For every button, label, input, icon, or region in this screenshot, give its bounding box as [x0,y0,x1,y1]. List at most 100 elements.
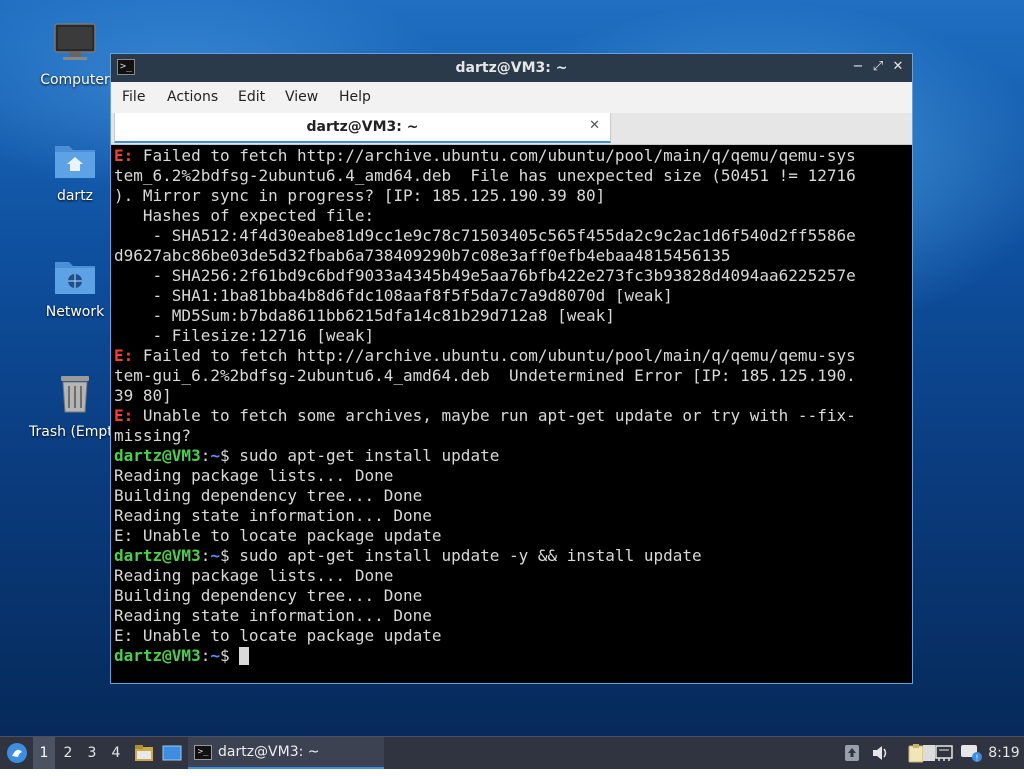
terminal-line: - SHA1:1ba81bba4b8d6fdc108aaf8f5f5da7c7a… [114,286,910,306]
menu-actions[interactable]: Actions [167,89,218,105]
terminal-text: - SHA1:1ba81bba4b8d6fdc108aaf8f5f5da7c7a… [114,286,673,305]
terminal-text: ). Mirror sync in progress? [IP: 185.125… [114,186,606,205]
terminal-line: - Filesize:12716 [weak] [114,326,910,346]
update-icon[interactable] [843,743,863,763]
notification-icon[interactable]: ! [960,743,982,763]
menu-edit[interactable]: Edit [238,89,265,105]
volume-icon[interactable] [870,743,890,763]
terminal-text: Building dependency tree... Done [114,486,423,505]
terminal-text: Reading package lists... Done [114,566,394,585]
terminal-text: $ sudo apt-get install update -y && inst… [219,546,702,565]
maximize-icon[interactable]: ⤢ [870,59,886,75]
prompt-path: ~ [210,646,220,665]
desktop-icon-label: dartz [56,188,94,204]
terminal-icon: >_ [194,745,212,760]
terminal-text: tem_6.2%2bdfsg-2ubuntu6.4_amd64.deb File… [114,166,856,185]
terminal-text: Reading state information... Done [114,606,432,625]
terminal-line: Reading package lists... Done [114,566,910,586]
workspace-4[interactable]: 4 [105,737,127,769]
terminal-line: E: Failed to fetch http://archive.ubuntu… [114,146,910,166]
terminal-text: Reading package lists... Done [114,466,394,485]
desktop-icon-network[interactable]: Network [27,256,123,320]
terminal-text: : [200,546,211,565]
terminal-line: E: Unable to locate package update [114,526,910,546]
terminal-line: tem-gui_6.2%2bdfsg-2ubuntu6.4_amd64.deb … [114,366,910,386]
terminal-line: 39 80] [114,386,910,406]
desktop-icon-label: Network [45,304,105,320]
tab-terminal[interactable]: dartz@VM3: ~ ✕ [114,113,611,143]
terminal-line: tem_6.2%2bdfsg-2ubuntu6.4_amd64.deb File… [114,166,910,186]
prompt-path: ~ [210,546,220,565]
prompt-path: ~ [210,446,220,465]
terminal-line: E: Failed to fetch http://archive.ubuntu… [114,346,910,366]
menu-view[interactable]: View [285,89,318,105]
desktop-icon-trash[interactable]: Trash (Empty) [27,372,123,440]
terminal-text: Building dependency tree... Done [114,586,423,605]
tab-bar: dartz@VM3: ~ ✕ [111,113,912,145]
terminal-line: Reading state information... Done [114,606,910,626]
terminal-line: dartz@VM3:~$ [114,646,910,666]
trash-icon [27,372,123,420]
svg-text:!: ! [975,754,978,763]
terminal-text: Failed to fetch http://archive.ubuntu.co… [133,346,856,365]
workspace-1[interactable]: 1 [33,737,55,769]
taskbar-task-terminal[interactable]: >_ dartz@VM3: ~ [188,737,384,769]
terminal-line: missing? [114,426,910,446]
window-title: dartz@VM3: ~ [455,60,568,76]
terminal-text: missing? [114,426,192,445]
network-folder-icon [27,256,123,300]
error-prefix: E: [114,146,134,165]
network-icon[interactable] [934,743,954,763]
workspace-3[interactable]: 3 [81,737,103,769]
menu-bar: File Actions Edit View Help [111,82,912,114]
computer-icon [27,22,123,68]
desktop-icon-label: Computer [40,72,110,88]
terminal-line: - SHA256:2f61bd9c6bdf9033a4345b49e5aa76b… [114,266,910,286]
prompt-user: dartz@VM3 [114,446,201,465]
close-icon[interactable]: ✕ [890,59,906,75]
terminal-text: Failed to fetch http://archive.ubuntu.co… [133,146,856,165]
terminal-text: Unable to fetch some archives, maybe run… [133,406,856,425]
terminal-text: - SHA256:2f61bd9c6bdf9033a4345b49e5aa76b… [114,266,856,285]
terminal-text: - SHA512:4f4d30eabe81d9cc1e9c78c71503405… [114,226,856,245]
minimize-icon[interactable]: − [850,59,866,75]
title-bar[interactable]: >_ dartz@VM3: ~ − ⤢ ✕ [111,54,912,82]
terminal-line: Reading state information... Done [114,506,910,526]
terminal-text: d9627abc86be03de5d32fbab6a738409290b7c08… [114,246,731,265]
terminal-line: dartz@VM3:~$ sudo apt-get install update [114,446,910,466]
terminal-text: $ [219,646,240,665]
terminal-output[interactable]: E: Failed to fetch http://archive.ubuntu… [113,146,910,681]
file-manager-icon[interactable] [133,737,155,769]
terminal-text: tem-gui_6.2%2bdfsg-2ubuntu6.4_amd64.deb … [114,366,856,385]
tab-close-icon[interactable]: ✕ [589,118,600,133]
workspace-2[interactable]: 2 [57,737,79,769]
show-desktop-icon[interactable] [161,737,183,769]
home-folder-icon [27,140,123,184]
terminal-text: Hashes of expected file: [114,206,375,225]
terminal-line: Reading package lists... Done [114,466,910,486]
terminal-line: Building dependency tree... Done [114,586,910,606]
terminal-text: Reading state information... Done [114,506,432,525]
desktop-icon-home[interactable]: dartz [27,140,123,204]
desktop-icon-label: Trash (Empty) [29,424,113,440]
start-menu-icon[interactable] [4,737,30,769]
terminal-text: E: Unable to locate package update [114,526,442,545]
terminal-text: E: Unable to locate package update [114,626,442,645]
taskbar: 1 2 3 4 >_ dartz@VM3: ~ ! 8:19 [0,736,1024,769]
terminal-text: : [200,646,211,665]
terminal-window: >_ dartz@VM3: ~ − ⤢ ✕ File Actions Edit … [110,53,913,684]
prompt-user: dartz@VM3 [114,546,201,565]
clock[interactable]: 8:19 [986,737,1022,769]
desktop: Computer dartz Network Trash (Empt >_ da… [0,0,1024,736]
desktop-icon-computer[interactable]: Computer [27,22,123,88]
terminal-line: E: Unable to fetch some archives, maybe … [114,406,910,426]
prompt-user: dartz@VM3 [114,646,201,665]
terminal-line: Hashes of expected file: [114,206,910,226]
terminal-line: E: Unable to locate package update [114,626,910,646]
terminal-line: - SHA512:4f4d30eabe81d9cc1e9c78c71503405… [114,226,910,246]
menu-file[interactable]: File [122,89,145,105]
text-cursor [239,647,250,665]
error-prefix: E: [114,406,134,425]
error-prefix: E: [114,346,134,365]
menu-help[interactable]: Help [339,89,371,105]
